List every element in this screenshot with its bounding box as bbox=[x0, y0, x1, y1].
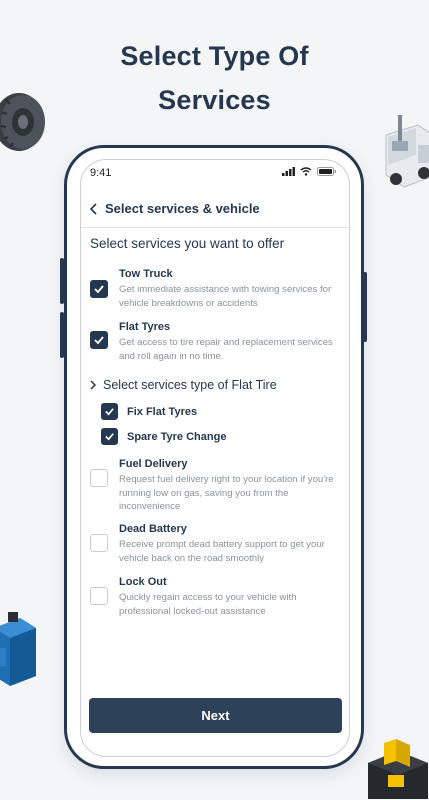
status-time: 9:41 bbox=[90, 167, 112, 179]
promo-title-line2: Services bbox=[158, 85, 271, 115]
check-icon bbox=[94, 336, 104, 345]
subitem-checkbox[interactable] bbox=[101, 428, 118, 445]
tow-truck-illustration bbox=[385, 115, 429, 188]
service-description: Request fuel delivery right to your loca… bbox=[119, 474, 334, 512]
phone-side-button bbox=[60, 312, 64, 358]
check-icon bbox=[94, 285, 104, 294]
status-bar: 9:41 bbox=[81, 160, 349, 186]
service-item-flat-tyres[interactable]: Flat Tyres Get access to tire repair and… bbox=[90, 321, 340, 362]
subsection-toggle[interactable]: Select services type of Flat Tire bbox=[89, 378, 277, 392]
subitem-label: Fix Flat Tyres bbox=[127, 406, 198, 418]
service-description: Get access to tire repair and replacemen… bbox=[119, 337, 333, 362]
section-title: Select services you want to offer bbox=[90, 236, 285, 251]
back-chevron-icon[interactable] bbox=[89, 202, 99, 216]
subitem-fix-flat-tyres[interactable]: Fix Flat Tyres bbox=[101, 403, 301, 421]
service-name: Flat Tyres bbox=[119, 321, 171, 333]
tire-illustration bbox=[0, 93, 45, 151]
subsection-title: Select services type of Flat Tire bbox=[103, 378, 277, 392]
service-checkbox[interactable] bbox=[90, 587, 108, 605]
service-checkbox[interactable] bbox=[90, 469, 108, 487]
subitem-spare-tyre-change[interactable]: Spare Tyre Change bbox=[101, 428, 301, 446]
next-button[interactable]: Next bbox=[89, 698, 342, 733]
phone-power-button bbox=[363, 272, 367, 342]
service-checkbox[interactable] bbox=[90, 534, 108, 552]
phone-screen: 9:41 Select services & vehicle Select se… bbox=[80, 159, 350, 757]
page-title: Select services & vehicle bbox=[105, 201, 260, 216]
battery-icon bbox=[317, 167, 336, 176]
promo-title-line1: Select Type Of bbox=[120, 41, 309, 71]
service-description: Quickly regain access to your vehicle wi… bbox=[119, 592, 297, 617]
service-item-lock-out[interactable]: Lock Out Quickly regain access to your v… bbox=[90, 576, 340, 617]
subitem-label: Spare Tyre Change bbox=[127, 431, 227, 443]
service-description: Get immediate assistance with towing ser… bbox=[119, 284, 332, 309]
service-checkbox[interactable] bbox=[90, 331, 108, 349]
nav-header: Select services & vehicle bbox=[81, 190, 349, 228]
service-item-dead-battery[interactable]: Dead Battery Receive prompt dead battery… bbox=[90, 523, 340, 564]
service-item-fuel-delivery[interactable]: Fuel Delivery Request fuel delivery righ… bbox=[90, 458, 340, 512]
service-checkbox[interactable] bbox=[90, 280, 108, 298]
service-item-tow-truck[interactable]: Tow Truck Get immediate assistance with … bbox=[90, 268, 340, 309]
service-name: Lock Out bbox=[119, 576, 167, 588]
wifi-icon bbox=[300, 167, 312, 176]
promo-title: Select Type Of Services bbox=[0, 34, 429, 122]
phone-side-button bbox=[60, 258, 64, 304]
status-icons bbox=[282, 167, 337, 176]
subitem-checkbox[interactable] bbox=[101, 403, 118, 420]
signal-icon bbox=[282, 167, 295, 176]
service-name: Tow Truck bbox=[119, 268, 173, 280]
jerrycan-illustration bbox=[0, 612, 36, 686]
service-name: Dead Battery bbox=[119, 523, 187, 535]
check-icon bbox=[105, 408, 114, 416]
service-description: Receive prompt dead battery support to g… bbox=[119, 539, 325, 564]
check-icon bbox=[105, 433, 114, 441]
chevron-right-icon bbox=[90, 380, 97, 390]
service-name: Fuel Delivery bbox=[119, 458, 188, 470]
battery-illustration bbox=[368, 739, 428, 799]
